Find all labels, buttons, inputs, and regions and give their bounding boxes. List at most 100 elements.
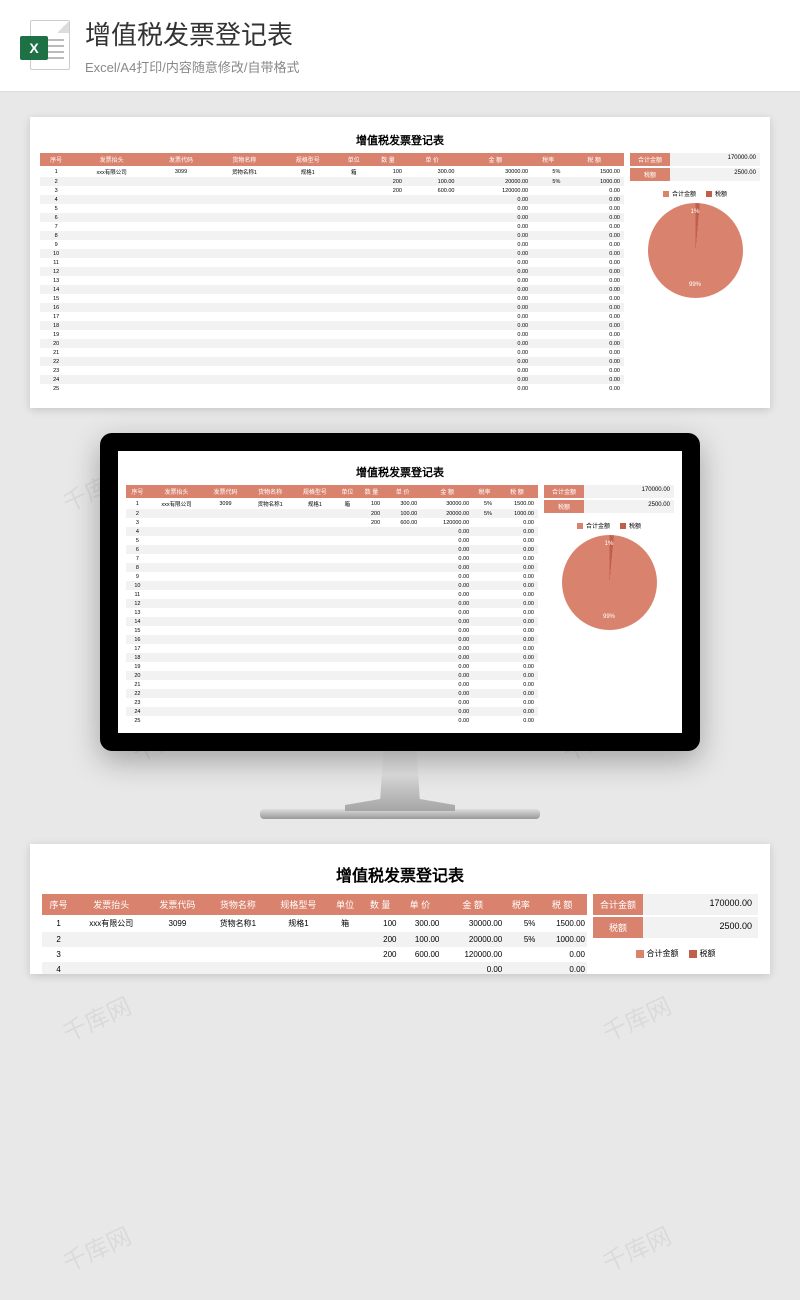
table-row: 3200600.00120000.000.00 xyxy=(40,186,624,195)
monitor-screen: 增值税发票登记表序号发票抬头发票代码货物名称规格型号单位数 量单 价金 额税率税… xyxy=(100,433,700,751)
table-row: 90.000.00 xyxy=(126,572,538,581)
table-row: 160.000.00 xyxy=(40,303,624,312)
table-row: 110.000.00 xyxy=(126,590,538,599)
table-header: 金 额 xyxy=(458,153,532,166)
summary-panel: 合计金额170000.00税额2500.00合计金额税额1%99% xyxy=(630,153,760,393)
table-header: 货物名称 xyxy=(247,485,294,498)
table-row: 120.000.00 xyxy=(40,267,624,276)
template-preview-large: 增值税发票登记表序号发票抬头发票代码货物名称规格型号单位数 量单 价金 额税率税… xyxy=(30,844,770,974)
page-header: X 增值税发票登记表 Excel/A4打印/内容随意修改/自带格式 xyxy=(0,0,800,92)
table-row: 1xxx有限公司3099货物名称1规格1箱100300.0030000.005%… xyxy=(40,166,624,177)
table-row: 40.000.00 xyxy=(42,962,587,974)
table-row: 200.000.00 xyxy=(40,339,624,348)
summary-total: 合计金额170000.00 xyxy=(544,485,674,498)
summary-tax: 税额2500.00 xyxy=(593,917,758,938)
table-row: 160.000.00 xyxy=(126,635,538,644)
table-header: 单位 xyxy=(338,153,370,166)
table-header: 货物名称 xyxy=(208,894,269,915)
template-preview-card: 增值税发票登记表序号发票抬头发票代码货物名称规格型号单位数 量单 价金 额税率税… xyxy=(30,117,770,408)
table-row: 2200100.0020000.005%1000.00 xyxy=(40,177,624,186)
table-row: 130.000.00 xyxy=(126,608,538,617)
legend-item-tax: 税额 xyxy=(689,948,716,959)
table-header: 序号 xyxy=(40,153,72,166)
invoice-table: 序号发票抬头发票代码货物名称规格型号单位数 量单 价金 额税率税 额1xxx有限… xyxy=(126,485,538,725)
invoice-table: 序号发票抬头发票代码货物名称规格型号单位数 量单 价金 额税率税 额1xxx有限… xyxy=(40,153,624,393)
table-row: 100.000.00 xyxy=(126,581,538,590)
spreadsheet: 增值税发票登记表序号发票抬头发票代码货物名称规格型号单位数 量单 价金 额税率税… xyxy=(126,464,674,725)
table-row: 150.000.00 xyxy=(40,294,624,303)
summary-total: 合计金额170000.00 xyxy=(593,894,758,915)
table-row: 210.000.00 xyxy=(126,680,538,689)
table-header: 单 价 xyxy=(384,485,421,498)
table-header: 单位 xyxy=(329,894,362,915)
table-header: 发票抬头 xyxy=(75,894,147,915)
table-row: 190.000.00 xyxy=(40,330,624,339)
table-row: 60.000.00 xyxy=(40,213,624,222)
table-row: 220.000.00 xyxy=(126,689,538,698)
table-row: 180.000.00 xyxy=(126,653,538,662)
chart-legend: 合计金额税额 xyxy=(593,948,758,959)
table-header: 序号 xyxy=(42,894,75,915)
legend-item-total: 合计金额 xyxy=(577,521,610,530)
excel-file-icon: X xyxy=(20,18,70,73)
sheet-title: 增值税发票登记表 xyxy=(126,464,674,480)
table-row: 230.000.00 xyxy=(126,698,538,707)
page-subtitle: Excel/A4打印/内容随意修改/自带格式 xyxy=(85,57,780,76)
watermark: 千库网 xyxy=(596,986,676,1048)
table-row: 80.000.00 xyxy=(40,231,624,240)
table-header: 发票抬头 xyxy=(149,485,205,498)
table-header: 税率 xyxy=(532,153,564,166)
table-row: 180.000.00 xyxy=(40,321,624,330)
table-row: 2200100.0020000.005%1000.00 xyxy=(126,509,538,518)
summary-tax: 税额2500.00 xyxy=(544,500,674,513)
summary-panel: 合计金额170000.00税额2500.00 合计金额税额 xyxy=(593,894,758,974)
table-row: 190.000.00 xyxy=(126,662,538,671)
summary-tax: 税额2500.00 xyxy=(630,168,760,181)
watermark: 千库网 xyxy=(596,1216,676,1278)
table-header: 税 额 xyxy=(564,153,624,166)
chart-legend: 合计金额税额 xyxy=(544,521,674,530)
summary-total: 合计金额170000.00 xyxy=(630,153,760,166)
spreadsheet: 增值税发票登记表序号发票抬头发票代码货物名称规格型号单位数 量单 价金 额税率税… xyxy=(42,862,758,974)
table-row: 110.000.00 xyxy=(40,258,624,267)
table-row: 60.000.00 xyxy=(126,545,538,554)
excel-badge: X xyxy=(20,36,48,60)
table-row: 150.000.00 xyxy=(126,626,538,635)
table-header: 数 量 xyxy=(359,485,384,498)
table-row: 3200600.00120000.000.00 xyxy=(42,947,587,962)
table-row: 70.000.00 xyxy=(126,554,538,563)
table-row: 170.000.00 xyxy=(40,312,624,321)
table-row: 240.000.00 xyxy=(126,707,538,716)
pie-chart: 1%99% xyxy=(562,535,657,630)
table-header: 发票代码 xyxy=(204,485,246,498)
page-title: 增值税发票登记表 xyxy=(85,15,780,52)
table-header: 货物名称 xyxy=(211,153,278,166)
table-row: 40.000.00 xyxy=(126,527,538,536)
table-row: 250.000.00 xyxy=(40,384,624,393)
table-header: 金 额 xyxy=(441,894,504,915)
table-header: 序号 xyxy=(126,485,149,498)
table-row: 220.000.00 xyxy=(40,357,624,366)
table-row: 120.000.00 xyxy=(126,599,538,608)
table-row: 1xxx有限公司3099货物名称1规格1箱100300.0030000.005%… xyxy=(42,915,587,932)
monitor-stand xyxy=(345,751,455,811)
table-header: 规格型号 xyxy=(268,894,328,915)
sheet-title: 增值税发票登记表 xyxy=(40,132,760,148)
table-row: 3200600.00120000.000.00 xyxy=(126,518,538,527)
table-row: 40.000.00 xyxy=(40,195,624,204)
table-header: 规格型号 xyxy=(294,485,336,498)
summary-panel: 合计金额170000.00 税额2500.00 合计金额税额 1%99% xyxy=(544,485,674,725)
table-row: 200.000.00 xyxy=(126,671,538,680)
table-header: 金 额 xyxy=(421,485,473,498)
table-row: 140.000.00 xyxy=(40,285,624,294)
sheet-title: 增值税发票登记表 xyxy=(42,862,758,886)
monitor-mockup: 增值税发票登记表序号发票抬头发票代码货物名称规格型号单位数 量单 价金 额税率税… xyxy=(0,433,800,819)
table-header: 税率 xyxy=(473,485,496,498)
watermark: 千库网 xyxy=(56,986,136,1048)
table-row: 210.000.00 xyxy=(40,348,624,357)
table-header: 税 额 xyxy=(496,485,538,498)
table-row: 230.000.00 xyxy=(40,366,624,375)
table-row: 130.000.00 xyxy=(40,276,624,285)
table-header: 发票抬头 xyxy=(72,153,151,166)
watermark: 千库网 xyxy=(56,1216,136,1278)
